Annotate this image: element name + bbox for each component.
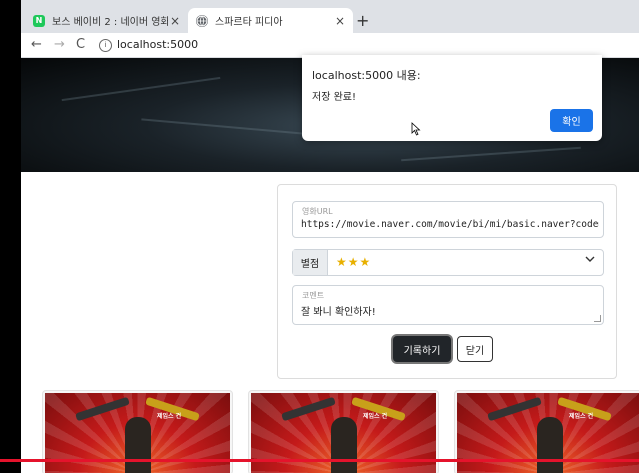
close-icon[interactable]: × xyxy=(168,14,182,28)
tab-strip: N 보스 베이비 2 : 네이버 영화 × 스파르타 피디아 × + xyxy=(21,0,639,33)
close-button[interactable]: 닫기 xyxy=(457,336,493,362)
close-icon[interactable]: × xyxy=(333,14,347,28)
new-tab-button[interactable]: + xyxy=(356,11,369,30)
browser-window: N 보스 베이비 2 : 네이버 영화 × 스파르타 피디아 × + ← → C… xyxy=(21,0,639,473)
chevron-down-icon xyxy=(585,255,595,266)
tab-boss-baby[interactable]: N 보스 베이비 2 : 네이버 영화 × xyxy=(25,8,188,33)
alert-message: 저장 완료! xyxy=(312,92,356,103)
resize-handle-icon[interactable] xyxy=(594,315,601,322)
movie-url-value: https://movie.naver.com/movie/bi/mi/basi… xyxy=(301,219,599,230)
tab-title: 스파르타 피디아 xyxy=(215,17,283,28)
alert-title: localhost:5000 내용: xyxy=(312,69,421,82)
movie-url-field[interactable]: 영화URL https://movie.naver.com/movie/bi/m… xyxy=(292,201,604,238)
info-icon[interactable]: i xyxy=(99,39,112,52)
alert-ok-button[interactable]: 확인 xyxy=(550,109,593,132)
poster-caption: 제임스 건 xyxy=(569,413,594,420)
reload-icon[interactable]: C xyxy=(76,37,85,52)
poster-caption: 제임스 건 xyxy=(363,413,388,420)
poster-caption: 제임스 건 xyxy=(157,413,182,420)
mouse-cursor-icon xyxy=(411,122,421,136)
alert-dialog: localhost:5000 내용: 저장 완료! 확인 xyxy=(302,55,602,141)
progress-line xyxy=(0,459,639,462)
globe-icon xyxy=(196,14,208,27)
comment-value: 잘 봐니 확인하자! xyxy=(301,307,376,318)
url-field[interactable]: localhost:5000 xyxy=(117,38,198,51)
rating-label: 별점 xyxy=(293,250,328,275)
left-black-strip xyxy=(0,0,21,473)
rating-select-group[interactable]: 별점 ★★★ xyxy=(292,249,604,276)
comment-label: 코멘트 xyxy=(302,291,325,300)
green-n-icon: N xyxy=(33,14,45,27)
tab-sparta-pedia[interactable]: 스파르타 피디아 × xyxy=(188,8,353,33)
movie-url-label: 영화URL xyxy=(302,207,333,216)
save-button[interactable]: 기록하기 xyxy=(393,336,451,362)
rating-stars: ★★★ xyxy=(336,255,372,269)
back-arrow-icon[interactable]: ← xyxy=(31,37,42,52)
post-form-card: 영화URL https://movie.naver.com/movie/bi/m… xyxy=(277,184,617,379)
forward-arrow-icon[interactable]: → xyxy=(54,37,65,52)
comment-textarea[interactable]: 코멘트 잘 봐니 확인하자! xyxy=(292,285,604,325)
tab-title: 보스 베이비 2 : 네이버 영화 xyxy=(52,17,168,28)
